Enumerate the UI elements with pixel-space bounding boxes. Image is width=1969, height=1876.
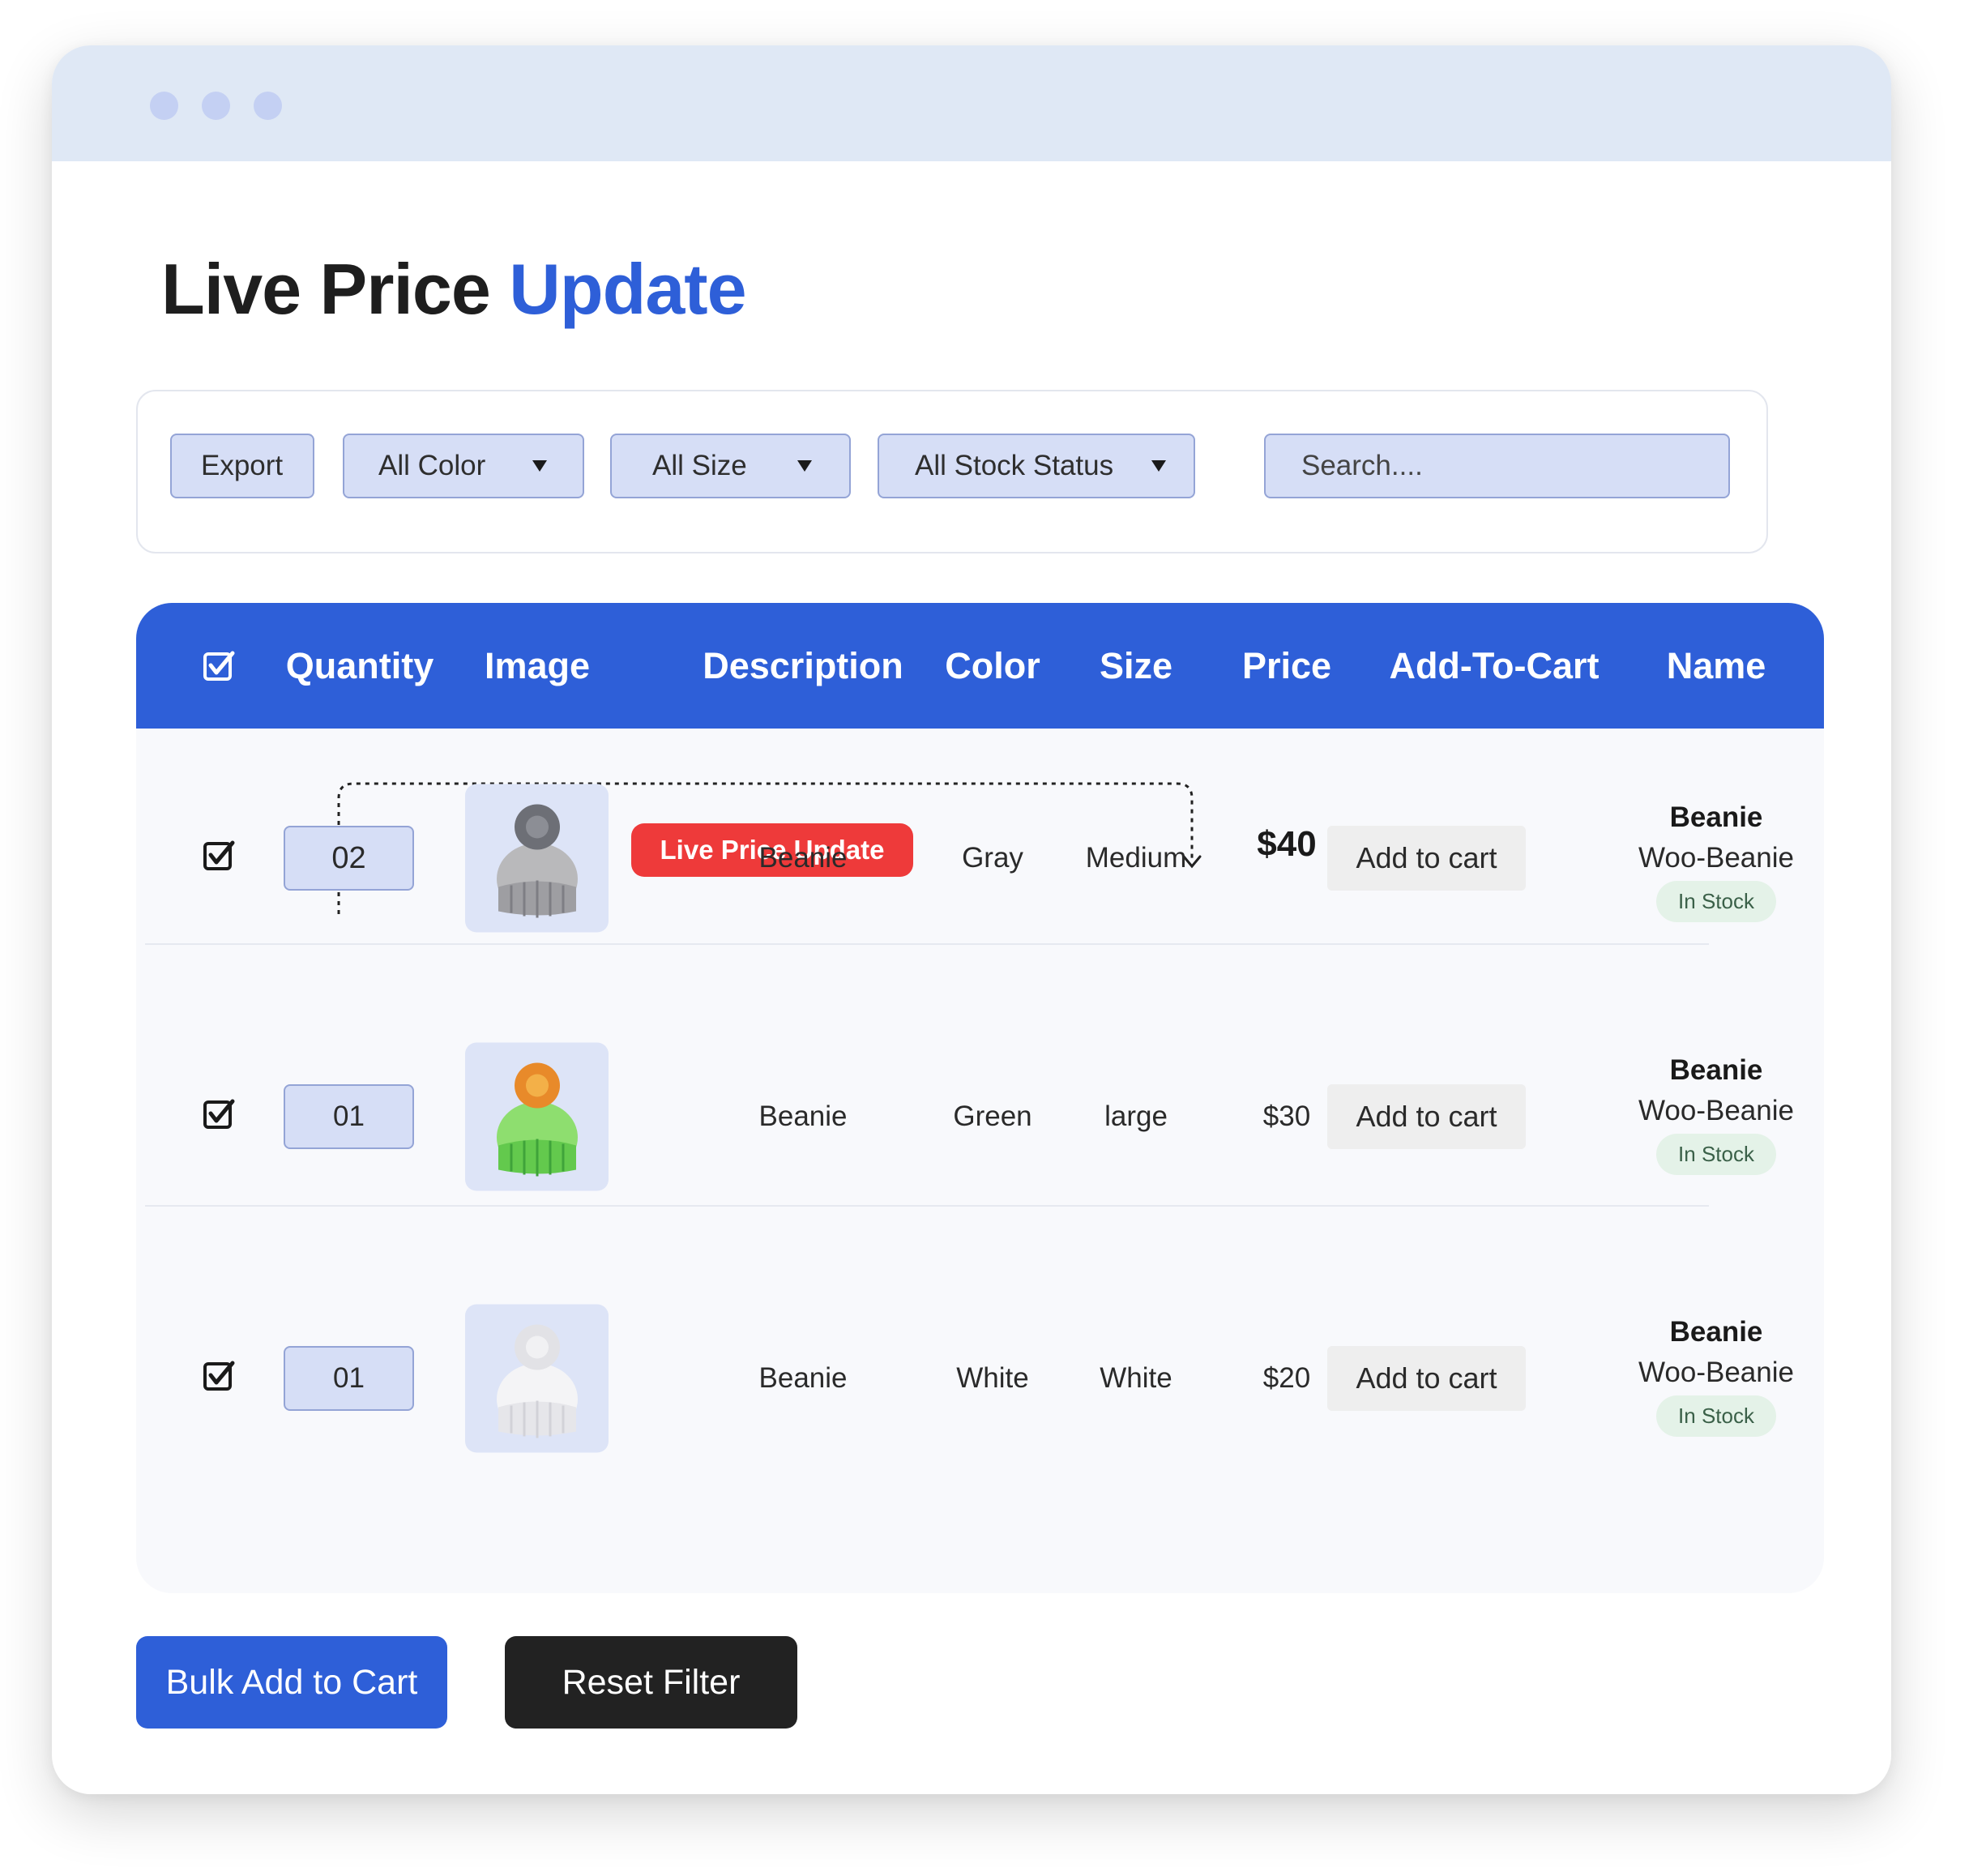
add-to-cart-button[interactable]: Add to cart [1327,1346,1526,1411]
page-title-accent: Update [509,249,746,329]
cell-name: Beanie [1669,1316,1763,1348]
quantity-input[interactable]: 01 [284,1346,414,1411]
add-to-cart-button[interactable]: Add to cart [1327,1084,1526,1149]
white-beanie-image [496,1324,578,1438]
cell-name: Beanie [1669,1054,1763,1086]
cell-name: Beanie [1669,801,1763,833]
cell-price: $30 [1262,1100,1311,1132]
row-checkbox-icon[interactable] [203,1360,236,1397]
table-row: 02 Beanie Gray Medium $40 Add to cart Be… [136,729,1824,988]
product-image [465,1304,609,1453]
cell-name-sub: Woo-Beanie [1638,1095,1794,1126]
row-checkbox-icon[interactable] [203,840,236,877]
chevron-down-icon [532,460,547,472]
size-filter-value: All Size [652,450,747,481]
cell-name-sub: Woo-Beanie [1638,842,1794,874]
window-dot-icon [202,92,230,120]
chevron-down-icon [1151,460,1166,472]
window-dot-icon [150,92,178,120]
page-title-lead: Live Price [161,249,491,329]
product-image [465,784,609,933]
cell-price: $20 [1262,1362,1311,1394]
product-image [465,1042,609,1191]
row-divider [145,943,1709,945]
reset-filter-button[interactable]: Reset Filter [505,1636,797,1729]
filter-bar: Export All Color All Size All Stock Stat… [136,390,1768,553]
search-input[interactable]: Search.... [1264,434,1730,498]
stock-badge: In Stock [1656,881,1776,922]
gray-beanie-image [496,804,578,917]
cell-size: large [1104,1100,1168,1132]
export-label: Export [201,450,284,481]
cell-name-sub: Woo-Beanie [1638,1357,1794,1388]
cell-price: $40 [1257,824,1317,864]
color-filter-select[interactable]: All Color [343,434,584,498]
browser-window: Live Price Update Export All Color All S… [52,45,1891,1794]
cell-size: White [1100,1362,1172,1394]
cell-description: Beanie [758,842,848,874]
green-beanie-image [496,1062,578,1176]
stock-filter-value: All Stock Status [915,450,1114,481]
cell-description: Beanie [758,1362,848,1394]
row-divider [145,1205,1709,1207]
bulk-add-to-cart-button[interactable]: Bulk Add to Cart [136,1636,447,1729]
cell-color: White [956,1362,1029,1394]
cell-color: Gray [962,842,1023,874]
row-checkbox-icon[interactable] [203,1098,236,1135]
window-dot-icon [254,92,282,120]
size-filter-select[interactable]: All Size [610,434,851,498]
cell-size: Medium [1085,842,1187,874]
window-titlebar [52,45,1891,161]
stock-badge: In Stock [1656,1395,1776,1437]
table-row: 01 Beanie Green large $30 Add to cart Be… [136,987,1824,1246]
color-filter-value: All Color [378,450,486,481]
quantity-input[interactable]: 02 [284,826,414,891]
product-table: Quantity Image Description Color Size Pr… [136,603,1824,1593]
stock-filter-select[interactable]: All Stock Status [878,434,1195,498]
table-row: 01 Beanie White White $20 Add to cart Be… [136,1249,1824,1508]
export-button[interactable]: Export [170,434,314,498]
quantity-input[interactable]: 01 [284,1084,414,1149]
stock-badge: In Stock [1656,1134,1776,1175]
cell-color: Green [953,1100,1032,1132]
chevron-down-icon [797,460,812,472]
page-title: Live Price Update [161,248,747,331]
search-placeholder: Search.... [1301,450,1423,481]
add-to-cart-button[interactable]: Add to cart [1327,826,1526,891]
cell-description: Beanie [758,1100,848,1132]
